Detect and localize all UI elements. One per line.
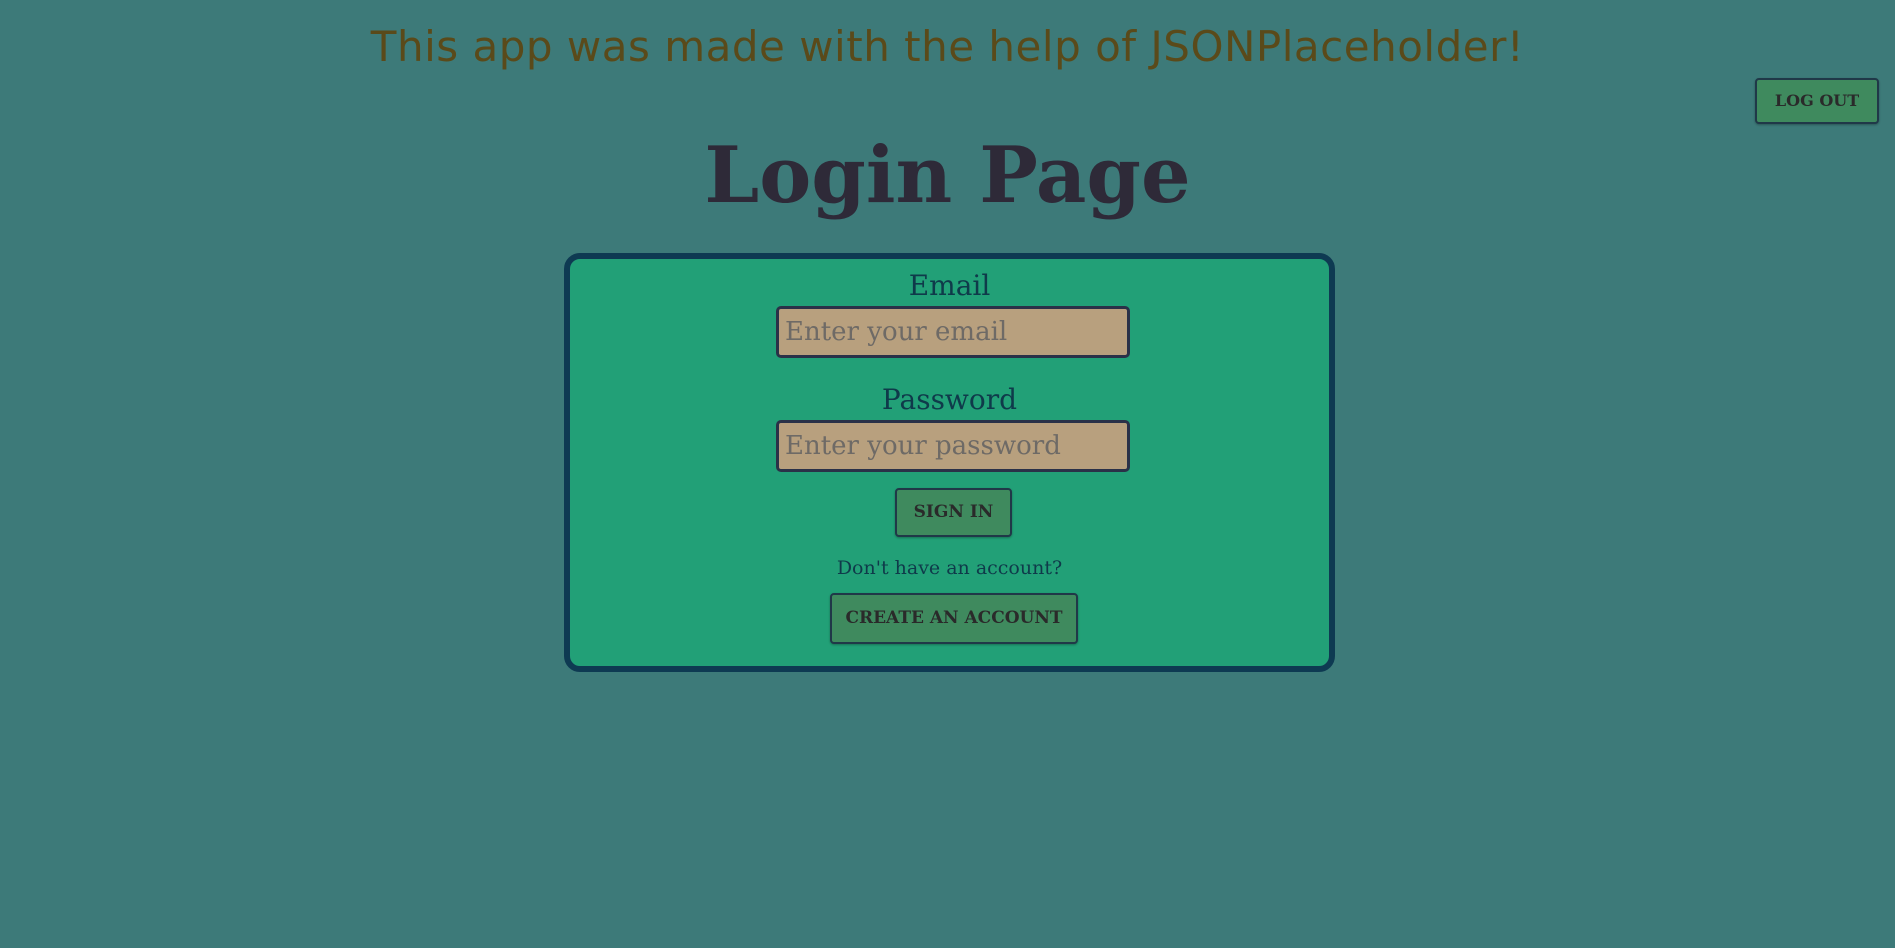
password-input[interactable]	[776, 420, 1130, 472]
create-account-button[interactable]: CREATE AN ACCOUNT	[830, 593, 1078, 644]
page-title: Login Page	[704, 130, 1191, 221]
sign-in-button[interactable]: SIGN IN	[895, 488, 1012, 537]
no-account-text: Don't have an account?	[836, 557, 1063, 579]
logout-button[interactable]: LOG OUT	[1755, 78, 1879, 124]
password-label: Password	[881, 383, 1018, 416]
login-form-card: Email Password SIGN IN Don't have an acc…	[564, 253, 1335, 672]
email-label: Email	[908, 269, 991, 302]
jsonplaceholder-banner: This app was made with the help of JSONP…	[370, 22, 1525, 71]
email-input[interactable]	[776, 306, 1130, 358]
